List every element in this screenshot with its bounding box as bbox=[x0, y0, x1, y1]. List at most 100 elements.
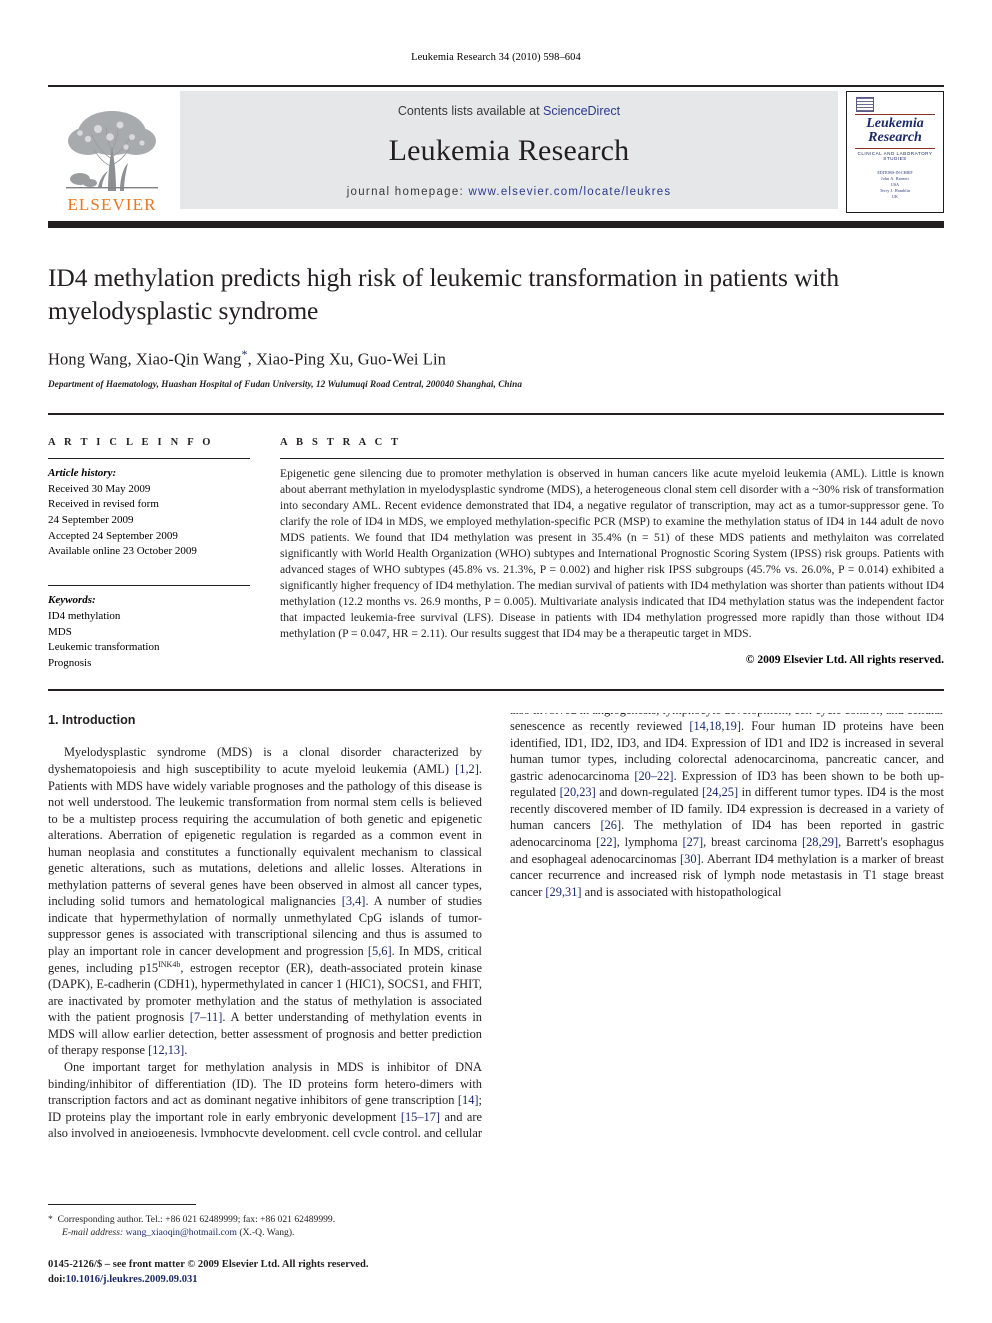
article-info-rule bbox=[48, 457, 250, 460]
body-column-right-content: 1. Introduction Myelodysplastic syndrome… bbox=[510, 713, 944, 1287]
journal-masthead: ELSEVIER Contents lists available at Sci… bbox=[48, 85, 944, 215]
keyword-item: Leukemic transformation bbox=[48, 641, 160, 654]
citation-ref[interactable]: [22] bbox=[596, 835, 617, 849]
citation-ref[interactable]: [5,6] bbox=[368, 944, 392, 958]
citation-ref[interactable]: [14] bbox=[458, 1093, 479, 1107]
citation-ref[interactable]: [7–11] bbox=[190, 1010, 223, 1024]
cover-title-line2: Research bbox=[868, 130, 922, 146]
doi-label: doi: bbox=[48, 1273, 66, 1285]
intro-p2-seg-i: , lymphoma bbox=[616, 834, 683, 849]
elsevier-tree-icon bbox=[66, 111, 158, 191]
intro-p2-seg-m: and is associated with histopathological bbox=[581, 884, 782, 899]
citation-ref[interactable]: [20–22] bbox=[634, 769, 673, 783]
citation-ref[interactable]: [26] bbox=[600, 818, 621, 832]
citation-ref[interactable]: [15–17] bbox=[401, 1110, 440, 1124]
abstract-bottom-rule bbox=[48, 689, 944, 692]
cover-rule-top bbox=[855, 114, 935, 115]
title-bottom-rule bbox=[48, 412, 944, 415]
contents-prefix: Contents lists available at bbox=[397, 104, 544, 118]
affiliation: Department of Haematology, Huashan Hospi… bbox=[48, 378, 522, 389]
contents-available-line: Contents lists available at ScienceDirec… bbox=[398, 104, 620, 118]
journal-band: Contents lists available at ScienceDirec… bbox=[180, 91, 838, 209]
paper-page: Leukemia Research 34 (2010) 598–604 ELSE… bbox=[0, 0, 992, 1323]
body-column-right: 1. Introduction Myelodysplastic syndrome… bbox=[510, 713, 944, 1287]
intro-p2-seg-a: One important target for methylation ana… bbox=[48, 1059, 482, 1108]
author-list: Hong Wang, Xiao-Qin Wang*, Xiao-Ping Xu,… bbox=[48, 347, 944, 370]
journal-cover-thumbnail: Leukemia Research CLINICAL AND LABORATOR… bbox=[846, 91, 944, 213]
elsevier-wordmark: ELSEVIER bbox=[67, 195, 157, 214]
citation-ref[interactable]: [14,18,19] bbox=[689, 719, 741, 733]
journal-homepage-link[interactable]: www.elsevier.com/locate/leukres bbox=[469, 186, 672, 198]
intro-paragraph-1: Myelodysplastic syndrome (MDS) is a clon… bbox=[48, 744, 482, 1059]
footnote-block: * Corresponding author. Tel.: +86 021 62… bbox=[48, 1203, 468, 1287]
footnote-star-marker: * bbox=[48, 1213, 53, 1225]
citation-ref[interactable]: [30] bbox=[680, 852, 701, 866]
section-title-introduction: 1. Introduction bbox=[48, 713, 136, 728]
cover-title-line1: Leukemia bbox=[866, 116, 924, 131]
email-suffix: (X.-Q. Wang). bbox=[237, 1227, 295, 1239]
citation-ref[interactable]: [28,29] bbox=[802, 835, 838, 849]
article-history-item: Accepted 24 September 2009 bbox=[48, 529, 178, 542]
intro-paragraph-2: One important target for methylation ana… bbox=[48, 1059, 482, 1137]
intro-p1-seg-g: . bbox=[184, 1043, 188, 1058]
footnote-rule bbox=[48, 1203, 196, 1205]
body-column-left: 1. Introduction Myelodysplastic syndrome… bbox=[48, 713, 482, 1137]
citation-ref[interactable]: [1,2] bbox=[455, 762, 479, 776]
keyword-item: ID4 methylation bbox=[48, 610, 121, 623]
intro-p2-seg-j: , breast carcinoma bbox=[703, 834, 802, 849]
cover-elsevier-mark-icon bbox=[856, 97, 874, 112]
intro-p1-seg-b: . Patients with MDS have widely variable… bbox=[48, 762, 482, 909]
citation-ref[interactable]: [27] bbox=[682, 835, 703, 849]
elsevier-logo: ELSEVIER bbox=[48, 91, 176, 215]
abstract-column: A B S T R A C T Epigenetic gene silencin… bbox=[280, 437, 944, 672]
journal-title: Leukemia Research bbox=[388, 134, 630, 167]
doi-link[interactable]: 10.1016/j.leukres.2009.09.031 bbox=[66, 1274, 198, 1285]
body-columns: 1. Introduction Myelodysplastic syndrome… bbox=[48, 713, 944, 1287]
sciencedirect-link[interactable]: ScienceDirect bbox=[543, 104, 620, 118]
article-history-item: Received in revised form bbox=[48, 498, 159, 511]
article-history-item: Available online 23 October 2009 bbox=[48, 545, 197, 558]
intro-p2-seg-f: and down-regulated bbox=[595, 785, 702, 800]
citation-ref[interactable]: [29,31] bbox=[545, 885, 581, 899]
abstract-heading: A B S T R A C T bbox=[280, 436, 402, 448]
article-info-heading: A R T I C L E I N F O bbox=[48, 436, 214, 448]
issn-line: 0145-2126/$ – see front matter © 2009 El… bbox=[48, 1258, 369, 1270]
article-history-item: 24 September 2009 bbox=[48, 514, 134, 527]
cover-subtitle: CLINICAL AND LABORATORY STUDIES bbox=[857, 150, 933, 161]
issn-copyright-block: 0145-2126/$ – see front matter © 2009 El… bbox=[48, 1257, 468, 1287]
keyword-item: Prognosis bbox=[48, 656, 92, 669]
citation-ref[interactable]: [12,13] bbox=[148, 1043, 184, 1057]
keyword-item: MDS bbox=[48, 625, 72, 638]
citation-ref[interactable]: [20,23] bbox=[560, 785, 596, 799]
abstract-copyright: © 2009 Elsevier Ltd. All rights reserved… bbox=[745, 652, 944, 666]
authors-first: Hong Wang, Xiao-Qin Wang bbox=[48, 349, 242, 369]
citation-ref[interactable]: [3,4] bbox=[342, 894, 366, 908]
title-block: ID4 methylation predicts high risk of le… bbox=[48, 262, 944, 389]
keywords-label: Keywords: bbox=[48, 594, 96, 607]
running-head: Leukemia Research 34 (2010) 598–604 bbox=[411, 52, 581, 63]
abstract-text: Epigenetic gene silencing due to promote… bbox=[280, 467, 944, 640]
info-abstract-section: A R T I C L E I N F O Article history: R… bbox=[48, 437, 944, 672]
article-info-column: A R T I C L E I N F O Article history: R… bbox=[48, 437, 280, 672]
email-label: E-mail address: bbox=[62, 1227, 124, 1239]
corresponding-author-note: * Corresponding author. Tel.: +86 021 62… bbox=[48, 1213, 468, 1240]
cover-rule-bottom bbox=[855, 147, 935, 149]
corresponding-author-text: Corresponding author. Tel.: +86 021 6248… bbox=[57, 1213, 336, 1225]
cover-editors: EDITORS-IN-CHIEF John A. Barnett USA Ter… bbox=[851, 170, 939, 200]
email-link[interactable]: wang_xiaoqin@hotmail.com bbox=[126, 1227, 237, 1238]
authors-rest: , Xiao-Ping Xu, Guo-Wei Lin bbox=[247, 349, 446, 369]
intro-p1-seg-a: Myelodysplastic syndrome (MDS) is a clon… bbox=[48, 745, 482, 776]
doi-line: doi:10.1016/j.leukres.2009.09.031 bbox=[48, 1272, 468, 1287]
journal-homepage-line: journal homepage: www.elsevier.com/locat… bbox=[347, 186, 672, 198]
page-title: ID4 methylation predicts high risk of le… bbox=[48, 263, 840, 325]
keywords-rule bbox=[48, 584, 250, 587]
gene-superscript: INK4b bbox=[158, 959, 181, 969]
article-history-item: Received 30 May 2009 bbox=[48, 482, 151, 495]
homepage-prefix: journal homepage: bbox=[346, 186, 469, 198]
cover-editor-2-loc: UK bbox=[892, 193, 898, 199]
masthead-bottom-rule bbox=[48, 221, 944, 228]
article-history-label: Article history: bbox=[48, 467, 117, 480]
abstract-rule bbox=[280, 457, 944, 460]
citation-ref[interactable]: [24,25] bbox=[702, 785, 738, 799]
